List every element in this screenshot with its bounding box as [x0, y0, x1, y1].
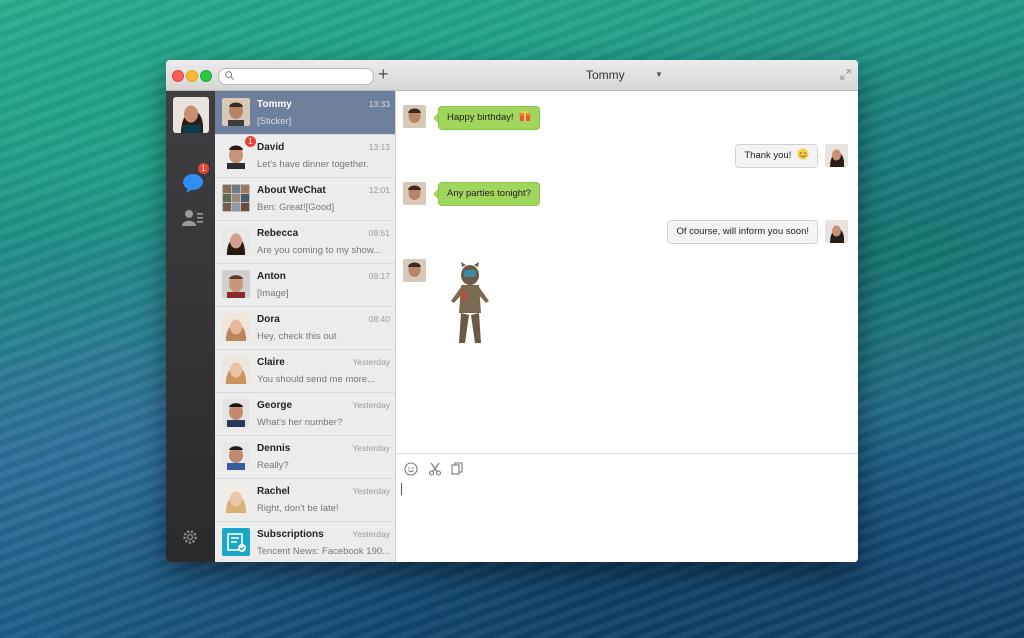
copy-icon[interactable]	[451, 462, 463, 475]
message-preview: Are you coming to my show...	[257, 245, 382, 256]
window-title[interactable]: Tommy	[586, 68, 625, 82]
chats-badge: 1	[198, 163, 209, 174]
my-avatar[interactable]	[825, 220, 848, 243]
emoji-icon[interactable]	[404, 462, 418, 476]
message-time: 09:51	[368, 228, 390, 238]
contact-avatar[interactable]	[403, 105, 426, 128]
message-preview: [Image]	[257, 288, 289, 299]
expand-icon[interactable]	[840, 69, 851, 80]
chats-icon[interactable]	[182, 173, 204, 193]
message-time: 08:40	[368, 314, 390, 324]
scissors-icon[interactable]	[428, 462, 442, 476]
my-avatar[interactable]	[825, 144, 848, 167]
message-bubble: Thank you!	[735, 144, 823, 168]
minimize-window-button[interactable]	[186, 70, 198, 82]
contact-avatar	[222, 442, 250, 470]
contact-avatar	[222, 98, 250, 126]
gift-icon	[519, 110, 531, 121]
conversation-item[interactable]: 1 David 13:13 Let's have dinner together…	[215, 134, 395, 178]
chat-area: Happy birthday! Thank you! Any parties t…	[396, 91, 858, 453]
gear-icon[interactable]	[181, 528, 199, 546]
group-avatar	[222, 184, 250, 212]
message-preview: What's her number?	[257, 417, 343, 428]
message-bubble: Any parties tonight?	[433, 182, 540, 206]
message-preview: Right, don't be late!	[257, 503, 339, 514]
contact-avatar	[222, 313, 250, 341]
message-time: Yesterday	[352, 529, 391, 539]
message-preview: Really?	[257, 460, 289, 471]
contact-name: Subscriptions	[257, 529, 324, 540]
blush-icon	[797, 148, 809, 160]
contact-name: David	[257, 142, 285, 153]
chevron-down-icon[interactable]: ▼	[655, 70, 663, 79]
contact-name: Rachel	[257, 486, 290, 497]
message-text: Happy birthday!	[447, 112, 514, 123]
message-preview: Let's have dinner together.	[257, 159, 369, 170]
title-bar: + Tommy ▼	[166, 60, 858, 91]
message-preview: Hey, check this out	[257, 331, 337, 342]
contact-name: About WeChat	[257, 185, 326, 196]
message-time: 13:33	[368, 99, 390, 109]
conversation-item[interactable]: Rachel Yesterday Right, don't be late!	[215, 478, 395, 522]
contact-avatar[interactable]	[403, 182, 426, 205]
new-chat-button[interactable]: +	[378, 64, 389, 84]
message-time: Yesterday	[352, 443, 391, 453]
contact-avatar	[222, 399, 250, 427]
contact-name: Claire	[257, 357, 285, 368]
unread-badge: 1	[245, 136, 256, 147]
message-text: Any parties tonight?	[447, 188, 531, 199]
message-preview: You should send me more...	[257, 374, 375, 385]
message-bubble: Happy birthday!	[432, 106, 541, 130]
message-preview: Ben: Great![Good]	[257, 202, 335, 213]
message-bubble: Of course, will inform you soon!	[667, 220, 823, 244]
message-time: 12:01	[368, 185, 390, 195]
contacts-icon[interactable]	[182, 209, 204, 227]
message-text: Thank you!	[744, 150, 792, 161]
contact-name: Dennis	[257, 443, 291, 454]
contact-avatar	[222, 227, 250, 255]
search-field[interactable]	[218, 68, 374, 85]
message-time: Yesterday	[352, 400, 391, 410]
message-preview: [Sticker]	[257, 116, 292, 127]
conversation-item[interactable]: Anton 09:17 [Image]	[215, 263, 395, 307]
search-icon	[225, 71, 235, 81]
contact-avatar[interactable]	[403, 259, 426, 282]
message-text: Of course, will inform you soon!	[676, 226, 809, 237]
contact-name: Rebecca	[257, 228, 299, 239]
my-avatar[interactable]	[173, 97, 209, 133]
conversation-item[interactable]: Subscriptions Yesterday Tencent News: Fa…	[215, 521, 395, 562]
wechat-window: + Tommy ▼ 1 Tommy 13:33 [Sticker] 1 Davi…	[166, 60, 858, 562]
message-time: Yesterday	[352, 357, 391, 367]
message-time: 09:17	[368, 271, 390, 281]
text-cursor	[401, 483, 402, 495]
contact-avatar	[222, 356, 250, 384]
conversation-list: Tommy 13:33 [Sticker] 1 David 13:13 Let'…	[215, 91, 396, 562]
conversation-item[interactable]: George Yesterday What's her number?	[215, 392, 395, 436]
contact-avatar	[222, 270, 250, 298]
contact-name: Anton	[257, 271, 286, 282]
message-time: Yesterday	[352, 486, 391, 496]
zoom-window-button[interactable]	[200, 70, 212, 82]
contact-name: Dora	[257, 314, 280, 325]
message-time: 13:13	[368, 142, 390, 152]
conversation-item[interactable]: Rebecca 09:51 Are you coming to my show.…	[215, 220, 395, 264]
conversation-item[interactable]: Claire Yesterday You should send me more…	[215, 349, 395, 393]
message-composer[interactable]	[396, 453, 858, 562]
contact-name: Tommy	[257, 99, 292, 110]
message-preview: Tencent News: Facebook 190...	[257, 546, 391, 557]
conversation-item[interactable]: Tommy 13:33 [Sticker]	[215, 91, 395, 135]
contact-name: George	[257, 400, 293, 411]
sticker-character[interactable]	[445, 261, 495, 347]
subscriptions-icon	[222, 528, 250, 556]
contact-avatar	[222, 485, 250, 513]
close-window-button[interactable]	[172, 70, 184, 82]
conversation-item[interactable]: Dennis Yesterday Really?	[215, 435, 395, 479]
conversation-item[interactable]: About WeChat 12:01 Ben: Great![Good]	[215, 177, 395, 221]
nav-sidebar: 1	[166, 91, 215, 562]
conversation-item[interactable]: Dora 08:40 Hey, check this out	[215, 306, 395, 350]
